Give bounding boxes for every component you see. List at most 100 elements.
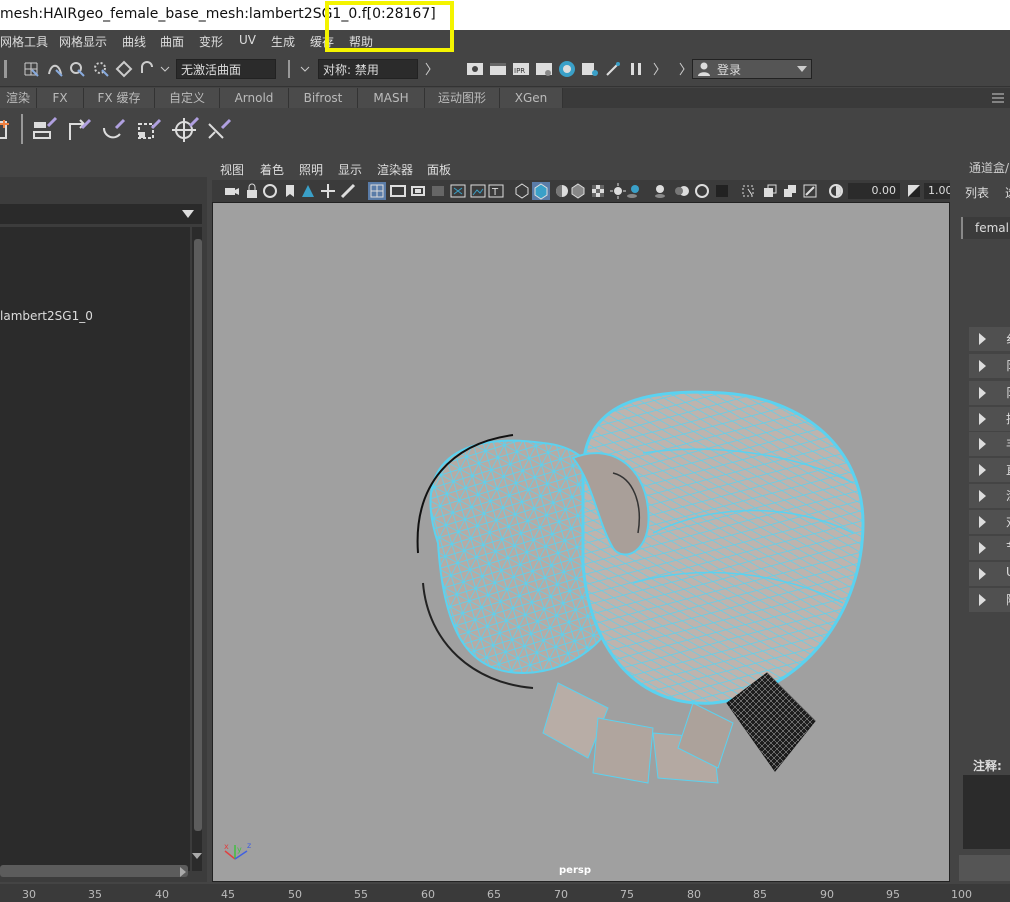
chevron-down-icon[interactable] xyxy=(182,210,194,218)
gamma-icon[interactable] xyxy=(906,183,922,199)
smooth-shade-toggle[interactable] xyxy=(532,182,550,200)
horizontal-scrollbar[interactable] xyxy=(0,865,188,877)
menu-deform[interactable]: 变形 xyxy=(199,33,223,50)
pole-vector-constraint-icon[interactable] xyxy=(206,114,234,142)
grease-pencil-icon[interactable] xyxy=(340,183,356,199)
tab-fx[interactable]: FX xyxy=(37,88,84,108)
render-view-icon[interactable] xyxy=(466,60,484,78)
shelf-tool-icon[interactable] xyxy=(0,118,10,140)
snap-point-icon[interactable] xyxy=(68,60,86,78)
tab-bifrost[interactable]: Bifrost xyxy=(289,88,358,108)
menu-surfaces[interactable]: 曲面 xyxy=(160,33,184,50)
use-all-lights-icon[interactable] xyxy=(610,183,626,199)
select-button[interactable] xyxy=(959,855,1010,881)
notes-field[interactable] xyxy=(963,775,1010,849)
ipr-render-icon[interactable]: IPR xyxy=(512,60,530,78)
menu-mesh-display[interactable]: 网格显示 xyxy=(59,33,107,50)
attribute-section[interactable]: 附 xyxy=(969,588,1010,612)
shadows-icon[interactable] xyxy=(626,183,642,199)
xray-joints-icon[interactable] xyxy=(802,183,818,199)
snap-grid-icon[interactable] xyxy=(22,60,40,78)
attribute-section[interactable]: 阝 xyxy=(969,381,1010,405)
list-item[interactable]: lambert2SG1_0 xyxy=(0,309,93,323)
tab-rendering[interactable]: 渲染 xyxy=(0,88,37,108)
perspective-viewport[interactable]: x y z persp xyxy=(212,202,950,882)
tab-arnold[interactable]: Arnold xyxy=(220,88,289,108)
viewport-menu-panels[interactable]: 面板 xyxy=(427,161,451,178)
tab-motion-graphics[interactable]: 运动图形 xyxy=(425,88,500,108)
node-tab[interactable]: femal xyxy=(961,217,1010,239)
field-chart-icon[interactable] xyxy=(450,183,466,199)
shelf-menu-icon[interactable] xyxy=(990,90,1006,106)
xray-icon[interactable] xyxy=(762,183,778,199)
attribute-section[interactable]: 纟 xyxy=(969,327,1010,351)
bookmark-icon[interactable] xyxy=(282,183,298,199)
safe-action-icon[interactable] xyxy=(470,183,486,199)
gamma-field[interactable]: 1.00 xyxy=(924,183,950,199)
render-settings-icon[interactable] xyxy=(535,60,553,78)
chevron-down-icon[interactable] xyxy=(160,64,170,74)
tab-xgen[interactable]: XGen xyxy=(500,88,563,108)
collapse-arrow-icon[interactable] xyxy=(652,60,660,78)
exposure-field[interactable]: 0.00 xyxy=(848,183,900,199)
menu-selected[interactable]: 选 xyxy=(1005,184,1010,201)
attribute-section[interactable]: U xyxy=(969,562,1010,586)
gate-mask-icon[interactable] xyxy=(430,183,446,199)
grid-toggle[interactable] xyxy=(368,182,386,200)
snap-view-plane-icon[interactable] xyxy=(92,60,110,78)
screen-space-ao-icon[interactable] xyxy=(652,183,668,199)
attribute-section[interactable]: 直 xyxy=(969,458,1010,482)
anti-aliasing-icon[interactable] xyxy=(694,183,710,199)
film-gate-icon[interactable] xyxy=(390,183,406,199)
time-slider[interactable]: 30 35 40 45 50 55 60 65 70 75 80 85 90 9… xyxy=(0,884,1010,902)
attribute-section[interactable]: 拐 xyxy=(969,407,1010,431)
render-frame-icon[interactable] xyxy=(489,60,507,78)
aim-constraint-icon[interactable] xyxy=(172,114,200,142)
scroll-down-icon[interactable] xyxy=(192,853,202,861)
attribute-section[interactable]: 节 xyxy=(969,536,1010,560)
depth-of-field-icon[interactable] xyxy=(714,183,730,199)
select-camera-icon[interactable] xyxy=(224,183,240,199)
viewport-menu-lighting[interactable]: 照明 xyxy=(299,161,323,178)
orient-constraint-icon[interactable] xyxy=(100,114,128,142)
outliner-scrollbar[interactable] xyxy=(194,239,202,831)
hypershade-icon[interactable] xyxy=(558,60,576,78)
attribute-section[interactable]: 丰 xyxy=(969,432,1010,456)
snap-curve-icon[interactable] xyxy=(46,60,64,78)
tab-custom[interactable]: 自定义 xyxy=(155,88,220,108)
viewport-menu-renderer[interactable]: 渲染器 xyxy=(377,161,413,178)
menu-generate[interactable]: 生成 xyxy=(271,33,295,50)
outliner-list[interactable]: lambert2SG1_0 xyxy=(0,227,190,871)
tab-mash[interactable]: MASH xyxy=(358,88,425,108)
scale-constraint-icon[interactable] xyxy=(136,114,164,142)
image-plane-icon[interactable] xyxy=(300,183,316,199)
parent-icon[interactable] xyxy=(32,114,60,142)
attribute-section[interactable]: 涂 xyxy=(969,484,1010,508)
chevron-down-icon[interactable] xyxy=(300,64,310,74)
camera-attributes-icon[interactable] xyxy=(262,183,278,199)
default-material-icon[interactable] xyxy=(554,183,570,199)
viewport-menu-show[interactable]: 显示 xyxy=(338,161,362,178)
menu-curves[interactable]: 曲线 xyxy=(122,33,146,50)
render-setup-icon[interactable] xyxy=(581,60,599,78)
scroll-right-icon[interactable] xyxy=(180,867,188,877)
attribute-section[interactable]: 对 xyxy=(969,510,1010,534)
outliner-filter[interactable] xyxy=(0,204,202,224)
collapse-arrow-icon[interactable] xyxy=(424,60,432,78)
live-surface-field[interactable]: 无激活曲面 xyxy=(176,59,276,79)
tab-channel-box[interactable]: 通道盒/ xyxy=(969,159,1009,176)
attribute-section[interactable]: 阝 xyxy=(969,354,1010,378)
snap-magnet-icon[interactable] xyxy=(138,60,156,78)
parent-constraint-icon[interactable] xyxy=(66,114,94,142)
wireframe-shading-icon[interactable] xyxy=(514,183,530,199)
exposure-icon[interactable] xyxy=(828,183,844,199)
resolution-gate-icon[interactable] xyxy=(410,183,426,199)
xray-active-icon[interactable] xyxy=(782,183,798,199)
snap-live-surface-icon[interactable] xyxy=(115,60,133,78)
viewport-menu-view[interactable]: 视图 xyxy=(220,161,244,178)
light-editor-icon[interactable] xyxy=(604,60,622,78)
lock-camera-icon[interactable] xyxy=(244,183,260,199)
2d-pan-zoom-icon[interactable] xyxy=(320,183,336,199)
motion-blur-icon[interactable] xyxy=(674,183,690,199)
viewport-menu-shading[interactable]: 着色 xyxy=(260,161,284,178)
